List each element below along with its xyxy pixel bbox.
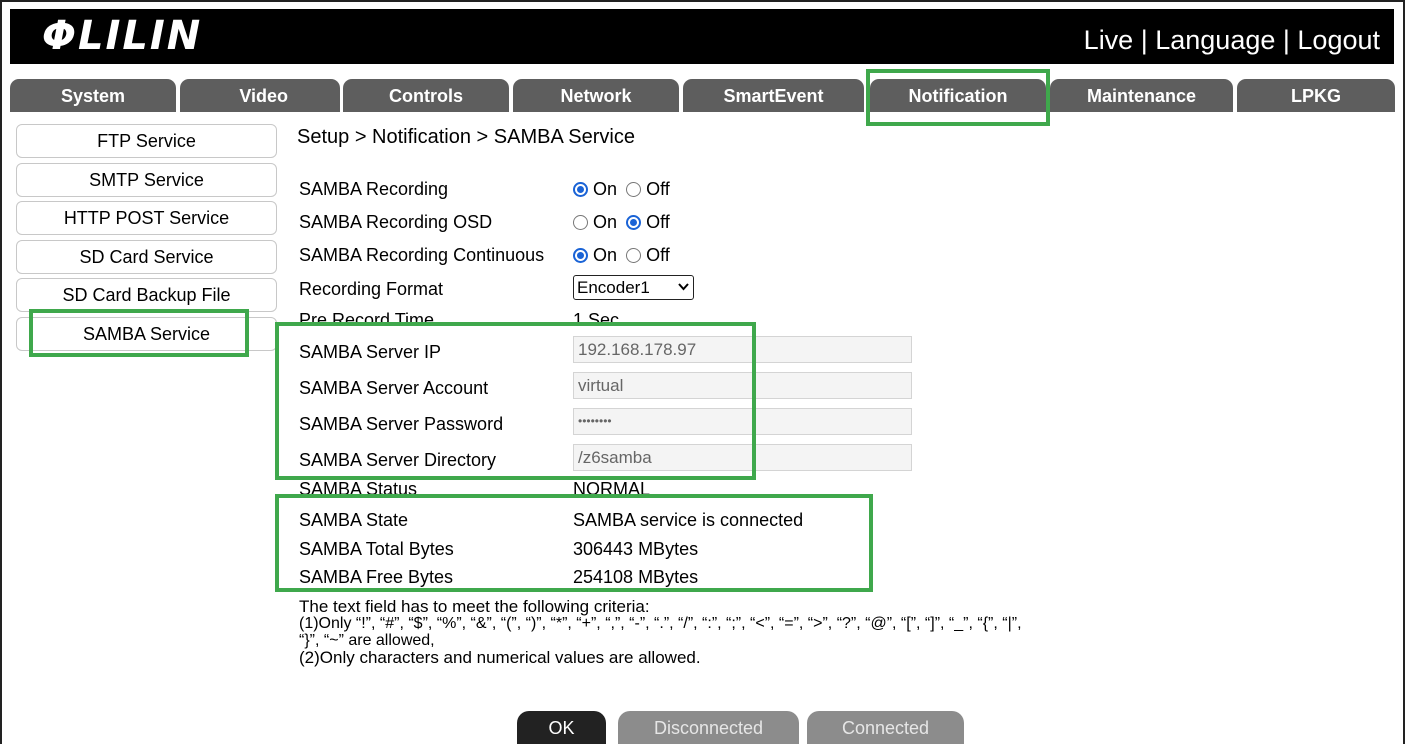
top-links: Live | Language | Logout: [1084, 25, 1380, 56]
tab-network[interactable]: Network: [513, 79, 679, 112]
samba-osd-label: SAMBA Recording OSD: [299, 212, 493, 232]
tab-system[interactable]: System: [10, 79, 176, 112]
recording-format-select[interactable]: Encoder1: [573, 275, 694, 300]
samba-total-label: SAMBA Total Bytes: [299, 539, 454, 559]
tab-controls[interactable]: Controls: [343, 79, 509, 112]
samba-total-value: 306443 MBytes: [573, 539, 699, 559]
radio-on-label: On: [593, 212, 618, 232]
osd-on-radio[interactable]: [573, 215, 588, 230]
recording-format-value: Encoder1: [577, 278, 650, 297]
criteria-line: “}”, “~” are allowed,: [299, 632, 435, 649]
radio-on-label: On: [593, 179, 618, 199]
link-separator: |: [1275, 25, 1298, 55]
server-ip-field[interactable]: 192.168.178.97: [573, 336, 912, 363]
continuous-off-radio[interactable]: [626, 248, 642, 263]
samba-recording-radio-group: On Off: [573, 179, 674, 200]
disconnected-button[interactable]: Disconnected: [618, 711, 799, 744]
logout-link[interactable]: Logout: [1297, 25, 1380, 55]
chevron-down-icon: [678, 276, 689, 305]
recording-off-radio[interactable]: [626, 182, 642, 197]
tab-video[interactable]: Video: [180, 79, 340, 112]
server-ip-label: SAMBA Server IP: [299, 342, 442, 362]
breadcrumb: Setup > Notification > SAMBA Service: [297, 126, 635, 148]
pre-record-label: Pre Record Time: [299, 310, 435, 330]
radio-on-label: On: [593, 245, 618, 265]
server-account-label: SAMBA Server Account: [299, 378, 489, 398]
tab-lpkg[interactable]: LPKG: [1237, 79, 1395, 112]
pre-record-value: 1 Sec: [573, 310, 620, 330]
sidebar-item-sd-backup[interactable]: SD Card Backup File: [16, 278, 277, 312]
connected-button[interactable]: Connected: [807, 711, 964, 744]
samba-free-value: 254108 MBytes: [573, 567, 699, 587]
samba-free-label: SAMBA Free Bytes: [299, 567, 454, 587]
criteria-notes: The text field has to meet the following…: [299, 598, 1199, 666]
radio-off-label: Off: [646, 179, 670, 199]
recording-format-label: Recording Format: [299, 279, 444, 299]
ok-button[interactable]: OK: [517, 711, 606, 744]
radio-off-label: Off: [646, 212, 670, 232]
link-separator: |: [1133, 25, 1156, 55]
server-password-field[interactable]: ••••••••: [573, 408, 912, 435]
sidebar-item-sd-card[interactable]: SD Card Service: [16, 240, 277, 274]
radio-off-label: Off: [646, 245, 670, 265]
samba-status-label: SAMBA Status: [299, 479, 418, 499]
criteria-line: (2)Only characters and numerical values …: [299, 648, 701, 667]
tab-smartevent[interactable]: SmartEvent: [683, 79, 864, 112]
samba-continuous-radio-group: On Off: [573, 245, 674, 266]
samba-state-value: SAMBA service is connected: [573, 510, 804, 530]
language-link[interactable]: Language: [1155, 25, 1275, 55]
live-link[interactable]: Live: [1084, 25, 1134, 55]
sidebar-item-smtp[interactable]: SMTP Service: [16, 163, 277, 197]
server-account-field[interactable]: virtual: [573, 372, 912, 399]
recording-on-radio[interactable]: [573, 182, 588, 197]
osd-off-radio[interactable]: [626, 215, 642, 230]
samba-osd-radio-group: On Off: [573, 212, 674, 233]
samba-continuous-label: SAMBA Recording Continuous: [299, 245, 545, 265]
criteria-line: (1)Only “!”, “#”, “$”, “%”, “&”, “(”, “)…: [299, 615, 1022, 632]
sidebar-item-http-post[interactable]: HTTP POST Service: [16, 201, 277, 235]
samba-state-label: SAMBA State: [299, 510, 409, 530]
sidebar-item-samba[interactable]: SAMBA Service: [16, 317, 277, 351]
sidebar-item-ftp[interactable]: FTP Service: [16, 124, 277, 158]
criteria-line: The text field has to meet the following…: [299, 597, 650, 616]
server-directory-label: SAMBA Server Directory: [299, 450, 497, 470]
tab-maintenance[interactable]: Maintenance: [1050, 79, 1233, 112]
server-password-label: SAMBA Server Password: [299, 414, 504, 434]
continuous-on-radio[interactable]: [573, 248, 588, 263]
lilin-logo: ΦLILIN: [42, 13, 203, 59]
header-bar: ΦLILIN Live | Language | Logout: [10, 9, 1394, 64]
server-directory-field[interactable]: /z6samba: [573, 444, 912, 471]
tab-notification[interactable]: Notification: [870, 79, 1046, 112]
samba-status-value: NORMAL: [573, 479, 651, 499]
samba-recording-label: SAMBA Recording: [299, 179, 449, 199]
